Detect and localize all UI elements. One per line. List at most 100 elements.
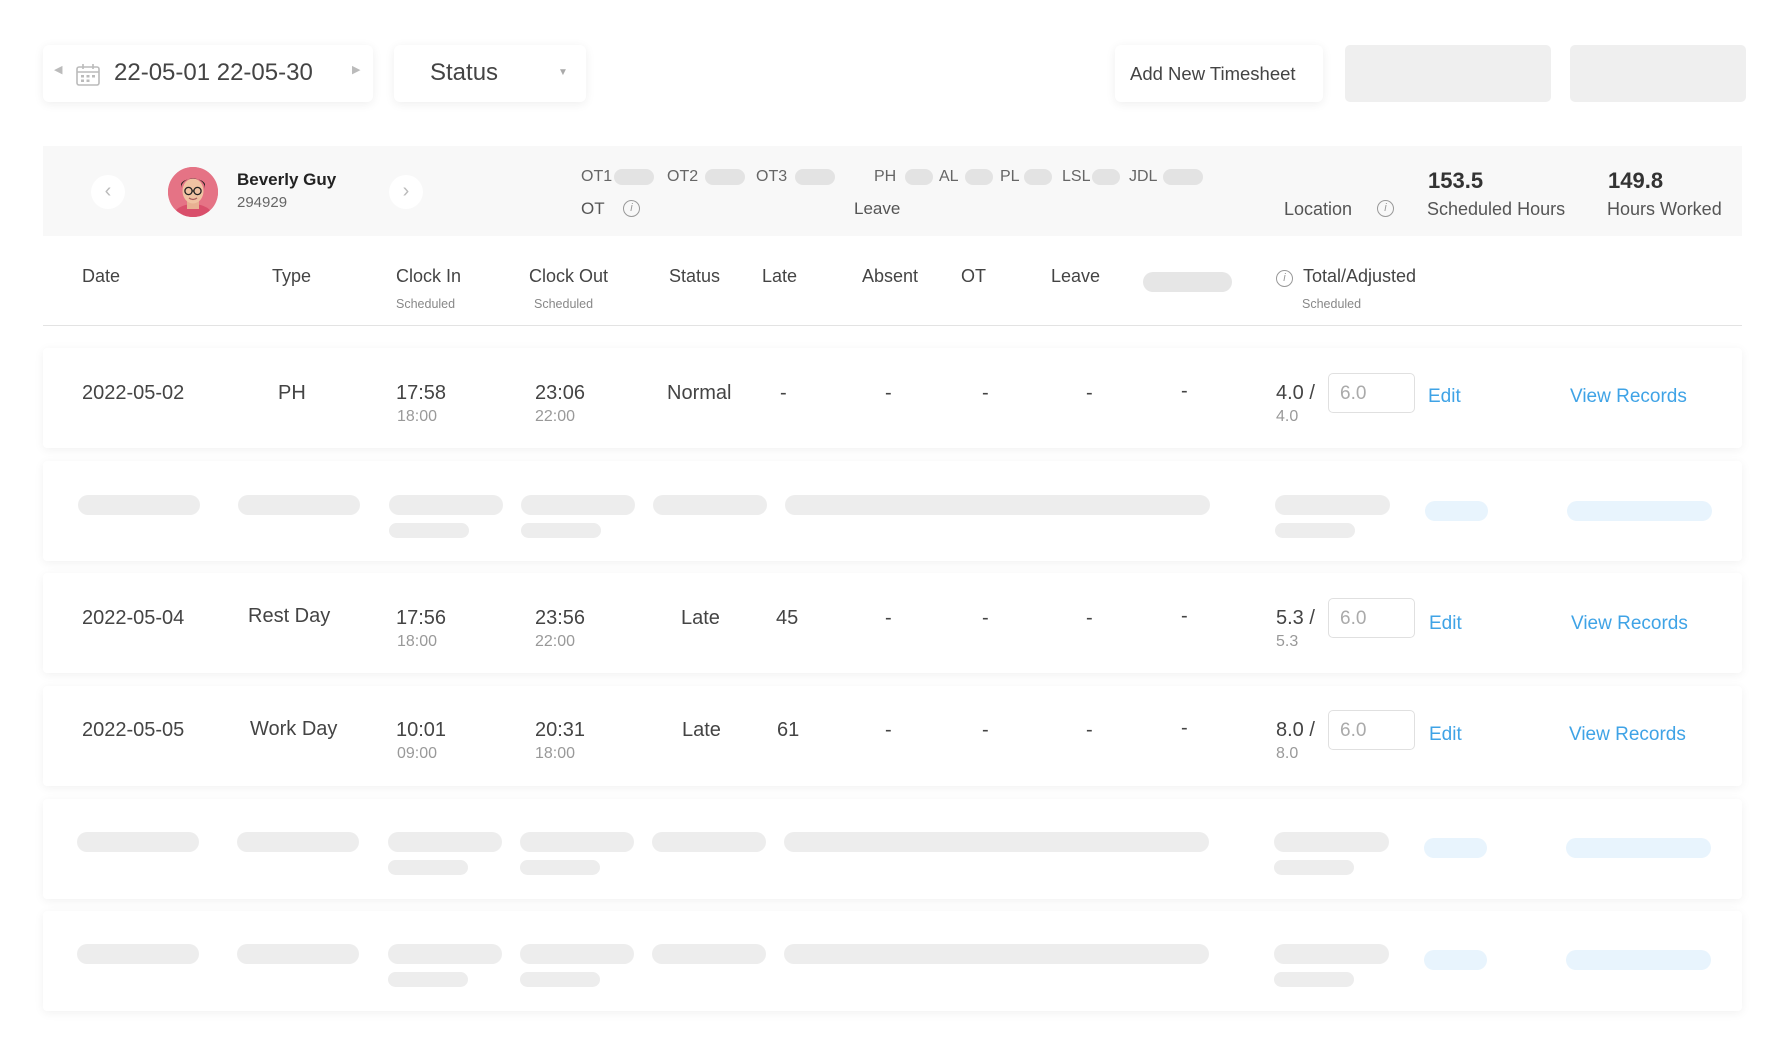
lsl-label: LSL	[1062, 168, 1091, 185]
header-placeholder	[1143, 272, 1232, 292]
date-range-picker[interactable]: ◀ 22-05-01 22-05-30 ▶	[43, 45, 373, 102]
leave-caption: Leave	[854, 199, 901, 218]
row-total-scheduled: 8.0	[1276, 745, 1299, 762]
ph-label: PH	[874, 168, 897, 185]
row-type: PH	[278, 382, 306, 404]
skeleton-link	[1566, 950, 1711, 970]
add-new-timesheet-label: Add New Timesheet	[1130, 63, 1296, 84]
loading-row	[43, 911, 1742, 1011]
employee-summary-bar	[43, 146, 1742, 236]
row-total-scheduled: 5.3	[1276, 633, 1299, 650]
skeleton-block	[388, 944, 502, 964]
header-late: Late	[762, 266, 798, 286]
jdl-label: JDL	[1129, 168, 1158, 185]
status-dropdown-label: Status	[430, 59, 499, 86]
employee-name: Beverly Guy	[237, 170, 337, 189]
skeleton-block	[388, 832, 502, 852]
row-clock-in-scheduled: 09:00	[397, 745, 438, 762]
skeleton-block	[521, 495, 635, 515]
pl-value	[1024, 169, 1052, 185]
row-clock-in: 17:56	[396, 607, 447, 629]
view-records-link[interactable]: View Records	[1570, 386, 1687, 408]
view-records-link[interactable]: View Records	[1569, 724, 1686, 746]
row-clock-out: 23:06	[535, 382, 586, 404]
ot1-value	[614, 169, 654, 185]
row-date: 2022-05-02	[82, 382, 185, 404]
adjusted-hours-input[interactable]: 6.0	[1328, 373, 1415, 413]
row-absent: -	[885, 382, 892, 404]
row-ot: -	[982, 719, 989, 741]
skeleton-block	[77, 944, 199, 964]
next-employee-button[interactable]: ›	[389, 175, 423, 209]
skeleton-block	[237, 832, 359, 852]
skeleton-link	[1424, 950, 1487, 970]
header-absent: Absent	[862, 266, 919, 286]
edit-link[interactable]: Edit	[1428, 386, 1461, 408]
row-ot: -	[982, 382, 989, 404]
skeleton-block	[520, 972, 600, 987]
info-icon[interactable]: i	[1377, 200, 1394, 217]
info-icon[interactable]: i	[623, 200, 640, 217]
row-clock-out: 20:31	[535, 719, 586, 741]
ot1-label: OT1	[581, 168, 613, 185]
row-leave: -	[1086, 382, 1093, 404]
skeleton-block	[1275, 495, 1390, 515]
avatar-image	[168, 167, 218, 217]
row-clock-out-scheduled: 22:00	[535, 633, 576, 650]
skeleton-block	[784, 944, 1209, 964]
toolbar-placeholder-button[interactable]	[1570, 45, 1746, 102]
row-clock-out: 23:56	[535, 607, 586, 629]
row-clock-in-scheduled: 18:00	[397, 633, 438, 650]
row-total: 8.0 /	[1276, 719, 1315, 741]
row-date: 2022-05-04	[82, 607, 185, 629]
ot-caption: OT	[581, 199, 605, 218]
skeleton-block	[388, 972, 468, 987]
skeleton-block	[521, 523, 601, 538]
row-clock-in: 17:58	[396, 382, 447, 404]
toolbar-placeholder-button[interactable]	[1345, 45, 1551, 102]
row-type: Rest Day	[248, 605, 331, 627]
skeleton-link	[1566, 838, 1711, 858]
row-absent: -	[885, 719, 892, 741]
status-dropdown[interactable]: Status ▼	[394, 45, 586, 102]
skeleton-block	[1274, 944, 1389, 964]
row-total-scheduled: 4.0	[1276, 408, 1299, 425]
info-icon[interactable]: i	[1276, 270, 1293, 287]
row-total: 4.0 /	[1276, 382, 1315, 404]
skeleton-block	[1274, 972, 1354, 987]
row-extra: -	[1181, 380, 1188, 402]
skeleton-block	[1275, 523, 1355, 538]
row-clock-in-scheduled: 18:00	[397, 408, 438, 425]
next-range-icon[interactable]: ▶	[352, 63, 360, 76]
header-type: Type	[272, 266, 312, 286]
avatar	[168, 167, 218, 217]
edit-link[interactable]: Edit	[1429, 613, 1462, 635]
edit-link[interactable]: Edit	[1429, 724, 1462, 746]
ot2-value	[705, 169, 745, 185]
row-total: 5.3 /	[1276, 607, 1315, 629]
header-clock-out: Clock Out	[529, 266, 609, 286]
skeleton-link	[1567, 501, 1712, 521]
pl-label: PL	[1000, 168, 1020, 185]
row-status: Late	[682, 719, 721, 741]
ot3-label: OT3	[756, 168, 788, 185]
skeleton-block	[520, 832, 634, 852]
adjusted-hours-input[interactable]: 6.0	[1328, 598, 1415, 638]
row-late: 45	[776, 607, 799, 629]
header-leave: Leave	[1051, 266, 1101, 286]
loading-row	[43, 461, 1742, 561]
view-records-link[interactable]: View Records	[1571, 613, 1688, 635]
adjusted-hours-input[interactable]: 6.0	[1328, 710, 1415, 750]
skeleton-block	[389, 523, 469, 538]
prev-range-icon[interactable]: ◀	[54, 63, 62, 76]
row-date: 2022-05-05	[82, 719, 185, 741]
scheduled-hours-value: 153.5	[1428, 168, 1484, 193]
skeleton-block	[78, 495, 200, 515]
table-row: 2022-05-05 Work Day 10:01 09:00 20:31 18…	[43, 686, 1742, 786]
add-new-timesheet-button[interactable]: Add New Timesheet	[1115, 45, 1323, 102]
ph-value	[905, 169, 933, 185]
row-extra: -	[1181, 717, 1188, 739]
prev-employee-button[interactable]: ‹	[91, 175, 125, 209]
skeleton-block	[77, 832, 199, 852]
header-divider	[43, 325, 1742, 326]
